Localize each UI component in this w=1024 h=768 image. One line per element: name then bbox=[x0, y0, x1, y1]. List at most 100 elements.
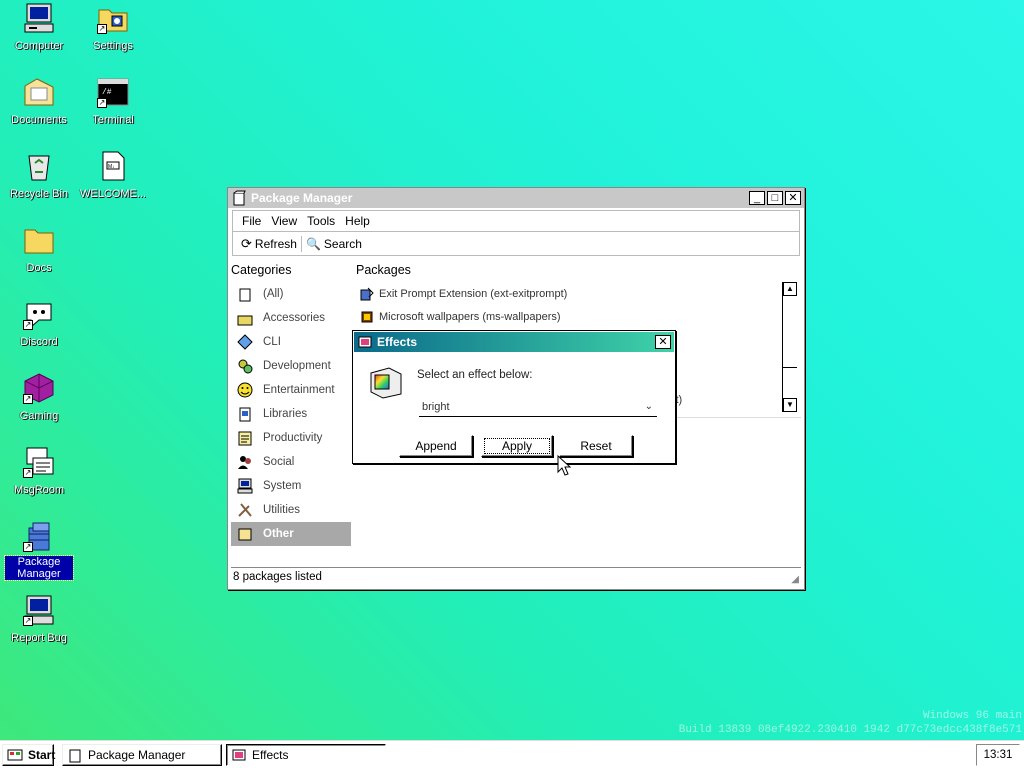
package-row[interactable]: Exit Prompt Extension (ext-exitprompt) bbox=[356, 282, 801, 305]
productivity-icon bbox=[237, 430, 253, 446]
resize-grip-icon[interactable]: ◢ bbox=[791, 574, 799, 585]
append-button[interactable]: Append bbox=[399, 435, 473, 457]
menu-help[interactable]: Help bbox=[340, 214, 375, 228]
clock[interactable]: 13:31 bbox=[976, 744, 1020, 766]
desktop-icon-welcome[interactable]: M↓ WELCOME... bbox=[76, 150, 150, 200]
category-development[interactable]: Development bbox=[231, 354, 351, 378]
category-libraries[interactable]: Libraries bbox=[231, 402, 351, 426]
desktop-icon-documents[interactable]: Documents bbox=[2, 76, 76, 126]
svg-text:/#: /# bbox=[102, 88, 112, 97]
desktop-icon-label: Report Bug bbox=[11, 632, 67, 644]
effects-icon bbox=[357, 334, 373, 350]
package-icon bbox=[231, 190, 247, 206]
effect-select[interactable]: bright ⌄ bbox=[419, 397, 657, 417]
shortcut-arrow-icon: ↗ bbox=[23, 394, 33, 404]
package-icon bbox=[67, 747, 83, 763]
system-icon bbox=[237, 478, 253, 494]
documents-folder-icon bbox=[23, 76, 55, 108]
close-button[interactable]: ✕ bbox=[655, 335, 671, 349]
category-accessories[interactable]: Accessories bbox=[231, 306, 351, 330]
desktop-icon-label: Discord bbox=[20, 336, 58, 348]
minimize-button[interactable]: _ bbox=[749, 191, 765, 205]
scroll-up-button[interactable]: ▲ bbox=[783, 282, 797, 296]
scroll-down-button[interactable]: ▼ bbox=[783, 398, 797, 412]
folder-icon bbox=[23, 224, 55, 256]
shortcut-arrow-icon: ↗ bbox=[23, 468, 33, 478]
desktop-icon-label: Docs bbox=[26, 262, 52, 274]
reset-button[interactable]: Reset bbox=[559, 435, 633, 457]
task-package-manager[interactable]: Package Manager bbox=[62, 744, 222, 766]
desktop-icon-gaming[interactable]: ↗ Gaming bbox=[2, 372, 76, 422]
scroll-thumb[interactable] bbox=[783, 296, 797, 368]
all-icon bbox=[237, 286, 253, 302]
refresh-label: Refresh bbox=[254, 236, 297, 251]
category-label: Social bbox=[263, 456, 295, 468]
build-watermark: Windows 96 main Build 13839 08ef4922.230… bbox=[622, 709, 1022, 737]
category-other[interactable]: Other bbox=[231, 522, 351, 546]
shortcut-arrow-icon: ↗ bbox=[97, 98, 107, 108]
package-manager-icon: ↗ bbox=[23, 520, 55, 552]
discord-icon: ↗ bbox=[23, 298, 55, 330]
gaming-icon: ↗ bbox=[23, 372, 55, 404]
desktop-icon-msgroom[interactable]: ↗ MsgRoom bbox=[2, 446, 76, 496]
desktop-icon-label: Computer bbox=[14, 40, 64, 52]
desktop-icon-label: Settings bbox=[93, 40, 133, 52]
search-button[interactable]: 🔍 Search bbox=[302, 237, 366, 251]
desktop-icon-package-manager[interactable]: ↗ Package Manager bbox=[2, 520, 76, 581]
apply-button[interactable]: Apply bbox=[481, 435, 553, 457]
category-label: Other bbox=[263, 528, 294, 540]
task-effects[interactable]: Effects bbox=[226, 744, 386, 766]
development-icon bbox=[237, 358, 253, 374]
category-entertainment[interactable]: Entertainment bbox=[231, 378, 351, 402]
category-productivity[interactable]: Productivity bbox=[231, 426, 351, 450]
refresh-button[interactable]: ⟳ Refresh bbox=[237, 235, 302, 252]
category-label: (All) bbox=[263, 288, 284, 300]
maximize-button[interactable]: □ bbox=[767, 191, 783, 205]
svg-text:M↓: M↓ bbox=[108, 164, 115, 170]
chevron-down-icon: ⌄ bbox=[644, 401, 653, 412]
start-button[interactable]: Start bbox=[2, 744, 55, 766]
menu-tools[interactable]: Tools bbox=[302, 214, 340, 228]
desktop-icon-computer[interactable]: Computer bbox=[2, 2, 76, 52]
dialog-title: Effects bbox=[377, 335, 418, 349]
entertainment-icon bbox=[237, 382, 253, 398]
shortcut-arrow-icon: ↗ bbox=[23, 320, 33, 330]
desktop-icon-label: Recycle Bin bbox=[9, 188, 69, 200]
msgroom-icon: ↗ bbox=[23, 446, 55, 478]
package-manager-titlebar[interactable]: Package Manager _ □ ✕ bbox=[228, 188, 804, 208]
category-label: Development bbox=[263, 360, 331, 372]
menu-bar: File View Tools Help bbox=[232, 210, 800, 232]
effect-large-icon bbox=[369, 365, 403, 399]
watermark-line1: Windows 96 main bbox=[922, 710, 1022, 722]
computer-icon bbox=[23, 2, 55, 34]
category-cli[interactable]: CLI bbox=[231, 330, 351, 354]
search-icon: 🔍 bbox=[305, 236, 321, 251]
effect-select-value: bright bbox=[422, 400, 450, 413]
menu-file[interactable]: File bbox=[237, 214, 266, 228]
desktop-icon-settings[interactable]: ↗ Settings bbox=[76, 2, 150, 52]
category-utilities[interactable]: Utilities bbox=[231, 498, 351, 522]
mouse-cursor-icon bbox=[557, 454, 572, 477]
desktop-icon-recycle-bin[interactable]: Recycle Bin bbox=[2, 150, 76, 200]
category-social[interactable]: Social bbox=[231, 450, 351, 474]
refresh-icon: ⟳ bbox=[241, 235, 252, 251]
desktop-icon-report-bug[interactable]: ↗ Report Bug bbox=[2, 594, 76, 644]
menu-view[interactable]: View bbox=[266, 214, 302, 228]
desktop-icon-docs[interactable]: Docs bbox=[2, 224, 76, 274]
close-button[interactable]: ✕ bbox=[785, 191, 801, 205]
category-all[interactable]: (All) bbox=[231, 282, 351, 306]
desktop-icon-discord[interactable]: ↗ Discord bbox=[2, 298, 76, 348]
packages-scrollbar[interactable]: ▲ ▼ bbox=[782, 282, 797, 412]
effects-titlebar[interactable]: Effects ✕ bbox=[354, 332, 674, 352]
effects-dialog[interactable]: Effects ✕ Select an effect below: bright… bbox=[352, 330, 676, 464]
terminal-icon: /# ↗ bbox=[97, 76, 129, 108]
desktop-icon-label: Package Manager bbox=[4, 555, 74, 581]
effects-icon bbox=[231, 747, 247, 763]
watermark-line2: Build 13839 08ef4922.230410 1942 d77c73e… bbox=[678, 724, 1022, 736]
category-system[interactable]: System bbox=[231, 474, 351, 498]
shortcut-arrow-icon: ↗ bbox=[97, 24, 107, 34]
desktop-icon-terminal[interactable]: /# ↗ Terminal bbox=[76, 76, 150, 126]
toolbar: ⟳ Refresh 🔍 Search bbox=[232, 232, 800, 256]
package-row[interactable]: Microsoft wallpapers (ms-wallpapers) bbox=[356, 305, 801, 328]
category-label: Utilities bbox=[263, 504, 301, 516]
